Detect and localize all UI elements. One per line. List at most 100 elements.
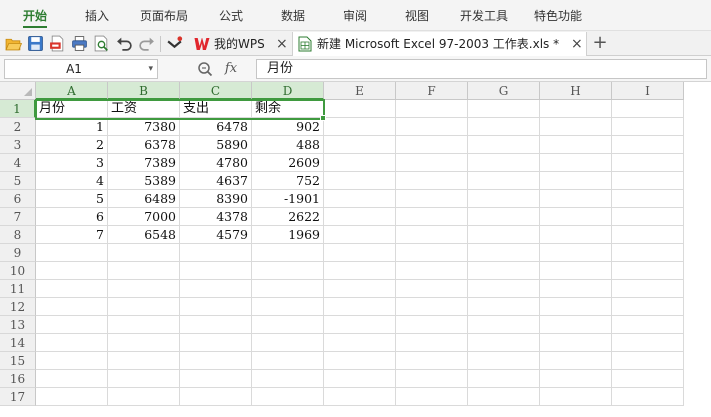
cell-f14[interactable]: [396, 334, 468, 352]
cell-g17[interactable]: [468, 388, 540, 406]
cell-g6[interactable]: [468, 190, 540, 208]
column-header-a[interactable]: A: [36, 82, 108, 100]
cell-b10[interactable]: [108, 262, 180, 280]
cell-d12[interactable]: [252, 298, 324, 316]
row-header-15[interactable]: 15: [0, 352, 36, 370]
cell-a5[interactable]: 4: [36, 172, 108, 190]
cell-c15[interactable]: [180, 352, 252, 370]
cell-i4[interactable]: [612, 154, 684, 172]
cell-i7[interactable]: [612, 208, 684, 226]
cell-h5[interactable]: [540, 172, 612, 190]
column-header-d[interactable]: D: [252, 82, 324, 100]
cell-d4[interactable]: 2609: [252, 154, 324, 172]
cell-i16[interactable]: [612, 370, 684, 388]
cell-d1[interactable]: 剩余: [252, 100, 324, 118]
cell-i17[interactable]: [612, 388, 684, 406]
cell-e4[interactable]: [324, 154, 396, 172]
print-icon[interactable]: [71, 35, 88, 52]
cell-i15[interactable]: [612, 352, 684, 370]
cell-c12[interactable]: [180, 298, 252, 316]
cell-h8[interactable]: [540, 226, 612, 244]
cell-f16[interactable]: [396, 370, 468, 388]
column-header-b[interactable]: B: [108, 82, 180, 100]
cell-c5[interactable]: 4637: [180, 172, 252, 190]
cell-c17[interactable]: [180, 388, 252, 406]
cell-f8[interactable]: [396, 226, 468, 244]
cell-d13[interactable]: [252, 316, 324, 334]
cell-f12[interactable]: [396, 298, 468, 316]
tab-developer[interactable]: 开发工具: [452, 0, 516, 30]
cell-c14[interactable]: [180, 334, 252, 352]
row-header-2[interactable]: 2: [0, 118, 36, 136]
cell-b9[interactable]: [108, 244, 180, 262]
cell-e15[interactable]: [324, 352, 396, 370]
cell-b17[interactable]: [108, 388, 180, 406]
cell-i3[interactable]: [612, 136, 684, 154]
cell-e5[interactable]: [324, 172, 396, 190]
cell-i10[interactable]: [612, 262, 684, 280]
cell-b1[interactable]: 工资: [108, 100, 180, 118]
cell-g1[interactable]: [468, 100, 540, 118]
cell-e13[interactable]: [324, 316, 396, 334]
cell-i2[interactable]: [612, 118, 684, 136]
cell-a17[interactable]: [36, 388, 108, 406]
cell-g14[interactable]: [468, 334, 540, 352]
cell-c9[interactable]: [180, 244, 252, 262]
row-header-5[interactable]: 5: [0, 172, 36, 190]
cell-b8[interactable]: 6548: [108, 226, 180, 244]
cell-e6[interactable]: [324, 190, 396, 208]
cell-a11[interactable]: [36, 280, 108, 298]
cell-a9[interactable]: [36, 244, 108, 262]
cell-c11[interactable]: [180, 280, 252, 298]
cell-area[interactable]: 月份 工资 支出 剩余 1 7380 6478 902 2 6378 5890 488 3 7389 478…: [36, 100, 684, 406]
cell-a14[interactable]: [36, 334, 108, 352]
cell-b4[interactable]: 7389: [108, 154, 180, 172]
cell-h3[interactable]: [540, 136, 612, 154]
tab-formulas[interactable]: 公式: [207, 0, 255, 30]
customize-dropdown-icon[interactable]: [166, 35, 183, 52]
cell-h6[interactable]: [540, 190, 612, 208]
cell-a16[interactable]: [36, 370, 108, 388]
cell-d16[interactable]: [252, 370, 324, 388]
row-header-6[interactable]: 6: [0, 190, 36, 208]
cell-c6[interactable]: 8390: [180, 190, 252, 208]
cell-d6[interactable]: -1901: [252, 190, 324, 208]
add-tab-icon[interactable]: +: [591, 31, 609, 55]
row-header-9[interactable]: 9: [0, 244, 36, 262]
cell-b2[interactable]: 7380: [108, 118, 180, 136]
cell-i6[interactable]: [612, 190, 684, 208]
cell-e11[interactable]: [324, 280, 396, 298]
fill-handle[interactable]: [320, 115, 326, 121]
cell-f17[interactable]: [396, 388, 468, 406]
cell-h15[interactable]: [540, 352, 612, 370]
cell-f11[interactable]: [396, 280, 468, 298]
cell-h16[interactable]: [540, 370, 612, 388]
cell-h4[interactable]: [540, 154, 612, 172]
column-header-f[interactable]: F: [396, 82, 468, 100]
zoom-search-icon[interactable]: [196, 59, 214, 79]
cell-h11[interactable]: [540, 280, 612, 298]
cell-a15[interactable]: [36, 352, 108, 370]
tab-home[interactable]: 开始: [10, 0, 60, 30]
cell-h7[interactable]: [540, 208, 612, 226]
cell-g4[interactable]: [468, 154, 540, 172]
row-header-14[interactable]: 14: [0, 334, 36, 352]
cell-c1[interactable]: 支出: [180, 100, 252, 118]
cell-d7[interactable]: 2622: [252, 208, 324, 226]
row-header-3[interactable]: 3: [0, 136, 36, 154]
cell-h17[interactable]: [540, 388, 612, 406]
cell-c10[interactable]: [180, 262, 252, 280]
cell-a2[interactable]: 1: [36, 118, 108, 136]
cell-f3[interactable]: [396, 136, 468, 154]
cell-a1[interactable]: 月份: [36, 100, 108, 118]
cell-i1[interactable]: [612, 100, 684, 118]
select-all-corner[interactable]: [0, 82, 36, 100]
cell-a8[interactable]: 7: [36, 226, 108, 244]
cell-e17[interactable]: [324, 388, 396, 406]
save-icon[interactable]: [27, 35, 44, 52]
cell-f7[interactable]: [396, 208, 468, 226]
cell-c3[interactable]: 5890: [180, 136, 252, 154]
tab-view[interactable]: 视图: [393, 0, 441, 30]
cell-b11[interactable]: [108, 280, 180, 298]
cell-a13[interactable]: [36, 316, 108, 334]
